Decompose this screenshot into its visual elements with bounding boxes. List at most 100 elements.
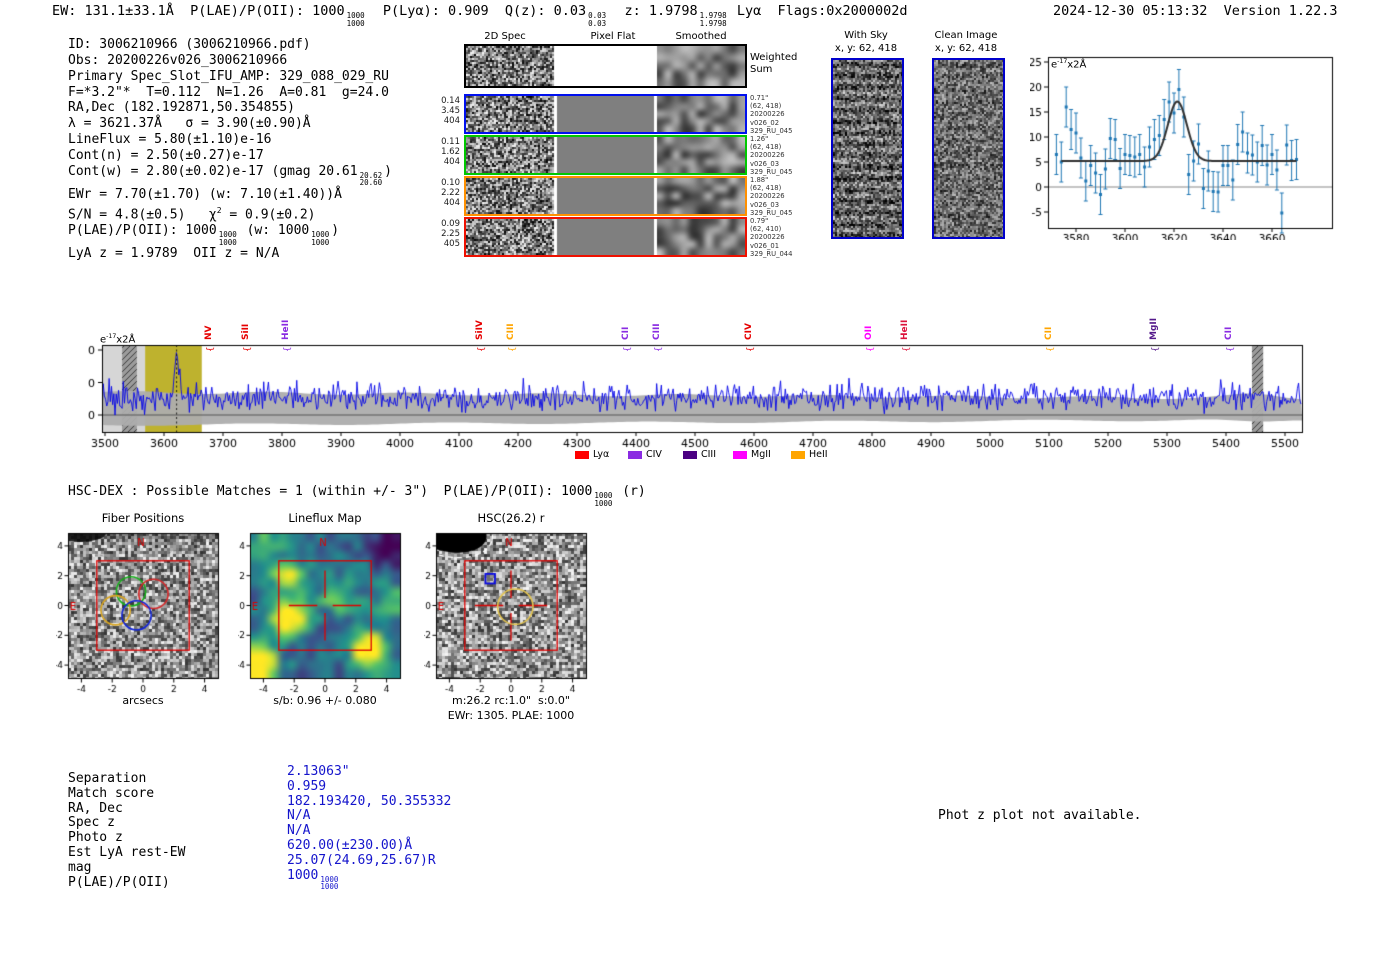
col-header-2d-spec: 2D Spec [484,31,526,42]
clean-image-title: Clean Image [934,30,998,41]
spec2d-row-4-right-label: 0.79" (62, 410) 20200226 v026_01 329_RU_044 [750,217,792,258]
spec2d-row-3-strip-canvas [466,178,745,214]
line-fit-unit-label: e-17x2Å [1051,58,1087,71]
match-table-label: mag [68,859,92,875]
full-spectrum-plot: e-17x2Å NV{SiII{HeII{SiIV{CIII{CII{CIII{… [88,310,1328,475]
left-label-line: 2.22 [441,188,460,198]
with-sky-image [833,60,902,237]
info-line: LyA z = 1.9789 OII z = N/A [68,246,280,262]
weighted-sum-label-line: Sum [750,64,773,75]
col-header-pixel-flat: Pixel Flat [590,31,636,42]
stacked-fraction: 1.9798 1.9798 [699,11,727,28]
info-line: RA,Dec (182.192871,50.354855) [68,100,295,116]
stacked-fraction: 1000 1000 [218,229,237,247]
spec2d-row-3-strip [464,176,747,216]
match-table-label: P(LAE)/P(OII) [68,874,170,890]
right-label-line: v026_03 [750,200,780,209]
match-table-labels: Separation Match score RA, Dec Spec z Photo … [68,771,185,890]
match-table-value: 1000 1000 1000 [287,867,339,892]
info-line: F=*3.2"* T=0.112 N=1.26 A=0.81 g=24.0 [68,84,389,100]
weighted-sum-strip-canvas [466,46,745,86]
spec2d-row-2-strip-canvas [466,137,745,173]
info-line: Cont(n) = 2.50(±0.27)e-17 [68,147,264,163]
spec2d-row-1-strip [464,94,747,134]
hsc-cutout-title: HSC(26.2) r [477,511,545,525]
full-spectrum-canvas [88,310,1318,470]
legend-item-4: HeII [791,449,828,460]
legend-item-1: CIV [628,449,662,460]
fiber-xlabel: arcsecs [122,694,164,707]
legend-item-0: Lyα [575,449,609,460]
left-label-line: 0.11 [441,137,460,147]
lineflux-map-canvas [238,524,413,714]
legend-label: CIV [646,449,662,460]
clean-image-panel [932,58,1005,239]
right-label-line: 0.71" [750,94,769,102]
spec2d-row-3-right-label: 1.88" (62, 418) 20200226 v026_03 329_RU_045 [750,176,792,217]
info-line: Obs: 20200226v026_3006210966 [68,52,288,68]
legend-item-2: CIII [683,449,716,460]
legend-label: MgII [751,449,771,460]
legend-label: CIII [701,449,717,460]
with-sky-coords: x, y: 62, 418 [834,43,898,54]
left-label-line: 2.25 [441,229,460,239]
right-label-line: 1.88" [750,176,769,184]
timestamp-version: 2024-12-30 05:13:32 Version 1.22.3 [1053,3,1338,19]
weighted-sum-label-line: Weighted [750,52,798,63]
left-label-line: 405 [443,239,460,249]
weighted-sum-label: Weighted Sum [750,52,797,76]
match-table-label: RA, Dec [68,800,123,816]
weighted-sum-strip [464,44,747,88]
detection-info-block: ID: 3006210966 (3006210966.pdf) Obs: 2020… [68,37,392,262]
spec2d-row-2-left-label: 0.11 1.62 404 [432,137,460,167]
phot-z-note: Phot z plot not available. [938,808,1142,823]
hsc-cutout-canvas [424,524,599,714]
fiber-positions-title: Fiber Positions [101,511,185,525]
info-line: EWr = 7.70(±1.70) (w: 7.10(±1.40))Å [68,186,342,202]
match-table-value: N/A [287,808,311,824]
info-line: S/N = 4.8(±0.5) χ2 = 0.9(±0.2) [68,205,316,223]
info-line: LineFlux = 5.80(±1.10)e-16 [68,132,272,148]
right-label-line: 1.26" [750,135,769,143]
left-label-line: 404 [443,198,460,208]
fiber-positions-panel [56,524,231,714]
spec2d-row-1-strip-canvas [466,96,745,132]
hsc-caption-2: EWr: 1305. PLAE: 1000 [447,709,575,722]
info-line: Cont(w) = 2.80(±0.02)e-17 (gmag 20.61 20.… [68,163,392,188]
right-label-line: 0.79" [750,217,769,225]
match-table-value: 2.13063" [287,764,350,779]
left-label-line: 1.62 [441,147,460,157]
right-label-line: (62, 418) [750,184,782,193]
spec2d-row-4-strip-canvas [466,219,745,255]
spec2d-row-3-left-label: 0.10 2.22 404 [432,178,460,208]
left-label-line: 404 [443,157,460,167]
match-table-label: Separation [68,771,147,786]
spec2d-row-2-right-label: 1.26" (62, 418) 20200226 v026_03 329_RU_045 [750,135,792,176]
legend-item-3: MgII [733,449,771,460]
info-line: λ = 3621.37Å σ = 3.90(±0.90)Å [68,116,311,132]
hsc-cutout-panel [424,524,599,714]
left-label-line: 404 [443,116,460,126]
lineflux-map-panel [238,524,413,714]
spectrum-unit-label: e-17x2Å [100,333,136,346]
left-label-line: 0.14 [441,96,460,106]
right-label-line: (62, 410) [750,225,782,234]
right-label-line: 20200226 [750,233,785,242]
match-table-value: N/A [287,823,311,839]
match-table-value: 0.959 [287,778,327,794]
elixer-report-page: EW: 131.1±33.1Å P(LAE)/P(OII): 1000 1000 1… [0,0,1400,953]
spec2d-row-4-left-label: 0.09 2.25 405 [432,219,460,249]
right-label-line: 20200226 [750,110,785,119]
left-label-line: 3.45 [441,106,460,116]
right-label-line: 329_RU_044 [750,249,793,258]
with-sky-panel [831,58,904,239]
right-label-line: 20200226 [750,151,785,160]
left-label-line: 0.10 [441,178,460,188]
info-line: Primary Spec_Slot_IFU_AMP: 329_088_029_R… [68,68,389,84]
stacked-fraction: 1000 1000 [320,874,339,892]
clean-image-coords: x, y: 62, 418 [934,43,998,54]
legend-swatch [628,450,642,459]
stacked-fraction: 1000 1000 [594,491,613,508]
legend-swatch [733,450,747,459]
legend-label: HeII [809,449,828,460]
